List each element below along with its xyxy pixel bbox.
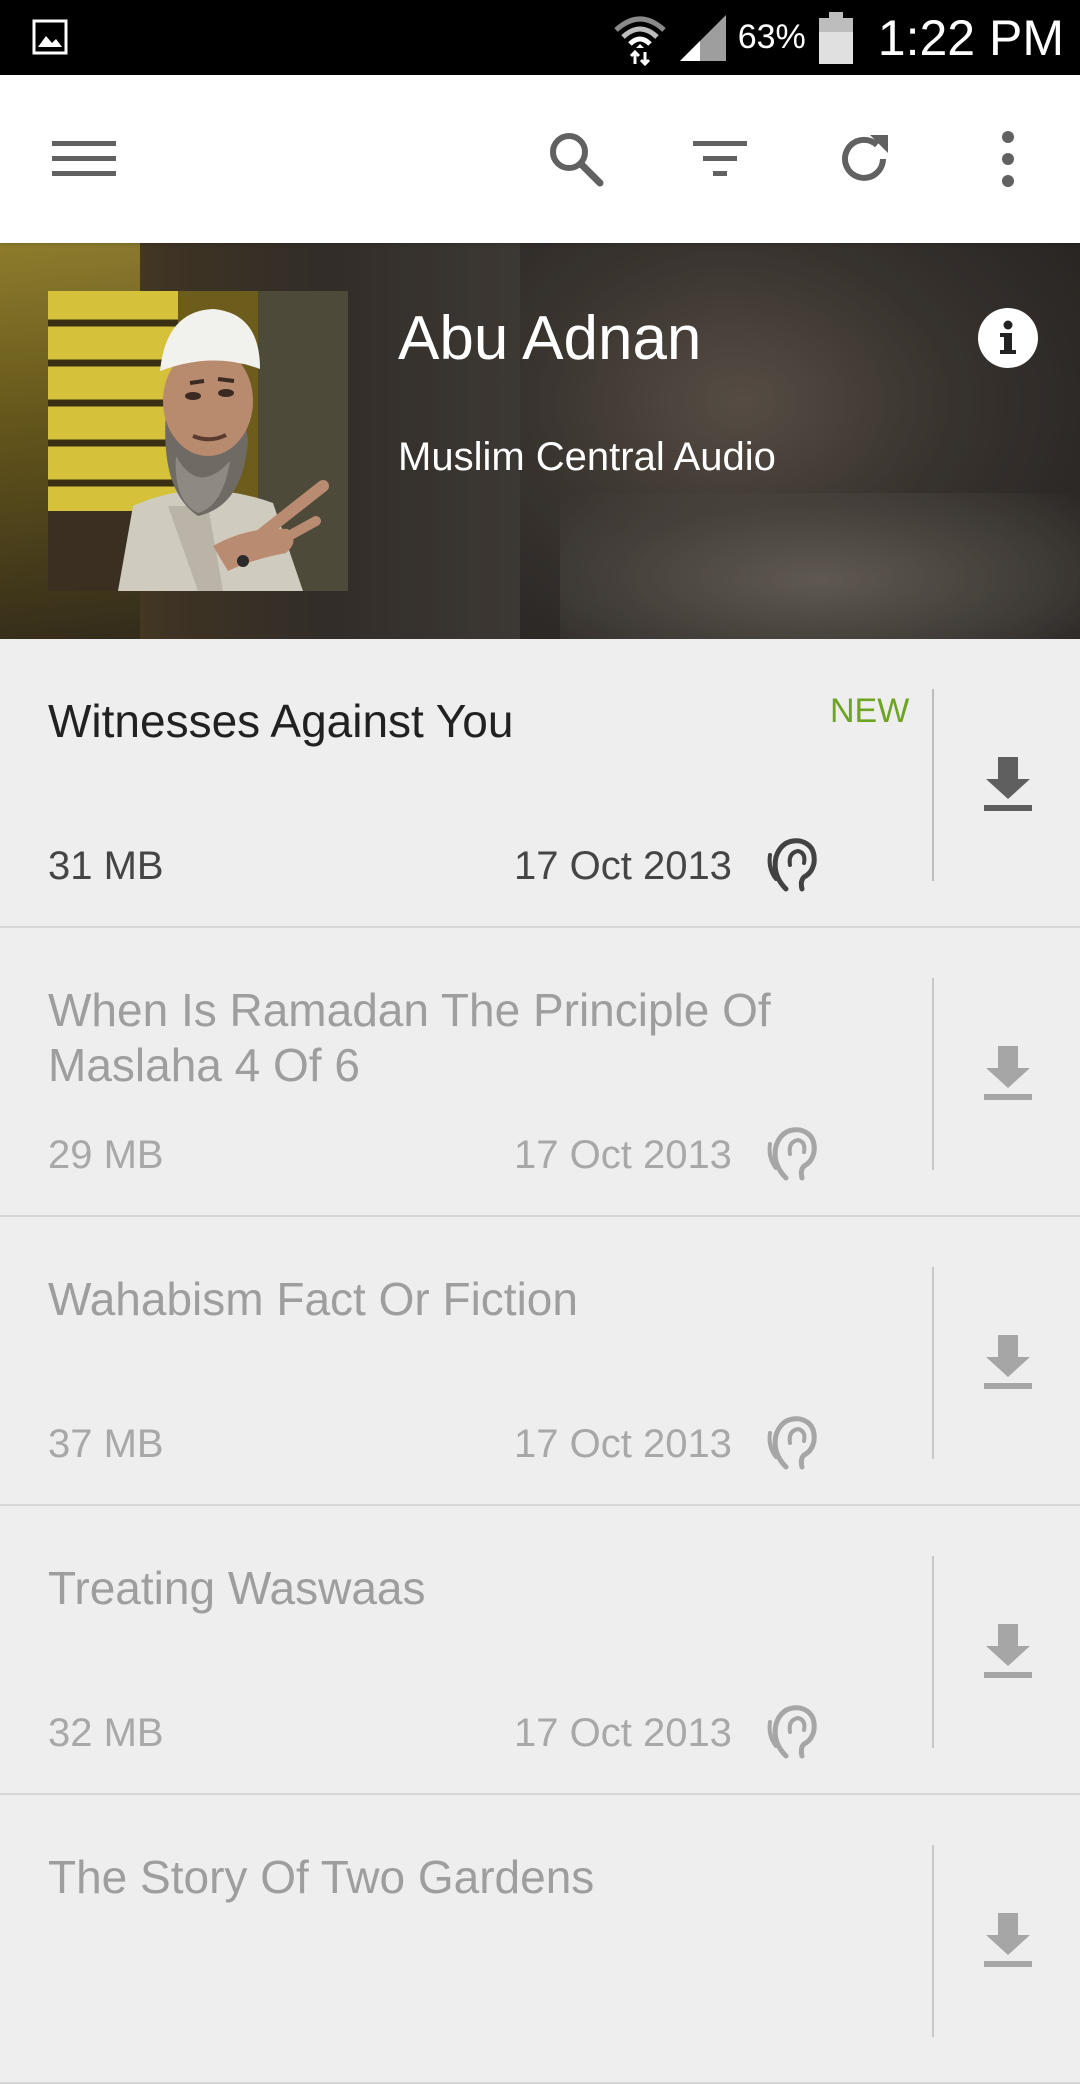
episode-date: 17 Oct 2013	[514, 1422, 732, 1466]
podcast-artwork	[48, 291, 348, 591]
filter-icon	[693, 141, 747, 176]
download-icon[interactable]	[980, 1042, 1036, 1104]
episode-title: Treating Waswaas	[48, 1562, 426, 1614]
search-icon	[550, 133, 604, 187]
row-divider	[932, 1556, 934, 1748]
status-bar: 63% 1:22 PM	[0, 0, 1080, 75]
listen-ear-icon	[767, 1127, 817, 1181]
episode-date: 17 Oct 2013	[514, 844, 732, 888]
episode-size: 29 MB	[48, 1133, 164, 1177]
filter-button[interactable]	[680, 119, 760, 199]
episode-title: The Story Of Two Gardens	[48, 1851, 595, 1903]
signal-icon	[679, 14, 726, 61]
download-icon[interactable]	[980, 1909, 1036, 1971]
status-bar-right: 63% 1:22 PM	[612, 0, 1064, 75]
image-icon	[32, 19, 68, 55]
download-icon[interactable]	[980, 1620, 1036, 1682]
refresh-icon	[842, 135, 888, 181]
battery-percent: 63%	[737, 18, 806, 56]
episode-row[interactable]: Treating Waswaas 32 MB 17 Oct 2013	[0, 1506, 1080, 1795]
app-toolbar	[0, 75, 1080, 243]
search-button[interactable]	[536, 119, 616, 199]
row-divider	[932, 1845, 934, 2037]
menu-button[interactable]	[44, 119, 124, 199]
podcast-publisher: Muslim Central Audio	[398, 435, 776, 479]
podcast-author: Abu Adnan	[398, 304, 702, 373]
listen-ear-icon	[767, 838, 817, 892]
episode-size: 31 MB	[48, 844, 164, 888]
episode-size: 32 MB	[48, 1711, 164, 1755]
row-divider	[932, 978, 934, 1170]
episode-list: Witnesses Against You NEW 31 MB 17 Oct 2…	[0, 639, 1080, 2084]
episode-row[interactable]: The Story Of Two Gardens	[0, 1795, 1080, 2084]
episode-size: 37 MB	[48, 1422, 164, 1466]
episode-title: Wahabism Fact Or Fiction	[48, 1273, 578, 1325]
menu-icon	[52, 141, 116, 176]
info-button[interactable]	[978, 308, 1038, 368]
more-options-button[interactable]	[968, 119, 1048, 199]
episode-row[interactable]: When Is Ramadan The Principle Of Maslaha…	[0, 928, 1080, 1217]
episode-title: Witnesses Against You	[48, 695, 514, 747]
info-icon	[1000, 320, 1016, 354]
more-vert-icon	[1002, 131, 1014, 187]
new-badge: NEW	[830, 692, 910, 730]
episode-title: When Is Ramadan The Principle Of Maslaha…	[48, 984, 771, 1091]
wifi-icon	[614, 16, 666, 66]
row-divider	[932, 1267, 934, 1459]
download-icon[interactable]	[980, 1331, 1036, 1393]
episode-row[interactable]: Witnesses Against You NEW 31 MB 17 Oct 2…	[0, 639, 1080, 928]
refresh-button[interactable]	[824, 119, 904, 199]
episode-date: 17 Oct 2013	[514, 1711, 732, 1755]
listen-ear-icon	[767, 1705, 817, 1759]
download-icon[interactable]	[980, 753, 1036, 815]
episode-row[interactable]: Wahabism Fact Or Fiction 37 MB 17 Oct 20…	[0, 1217, 1080, 1506]
listen-ear-icon	[767, 1416, 817, 1470]
episode-date: 17 Oct 2013	[514, 1133, 732, 1177]
podcast-header: Abu Adnan Muslim Central Audio	[0, 243, 1080, 639]
clock: 1:22 PM	[877, 9, 1064, 66]
row-divider	[932, 689, 934, 881]
battery-icon	[818, 11, 853, 64]
